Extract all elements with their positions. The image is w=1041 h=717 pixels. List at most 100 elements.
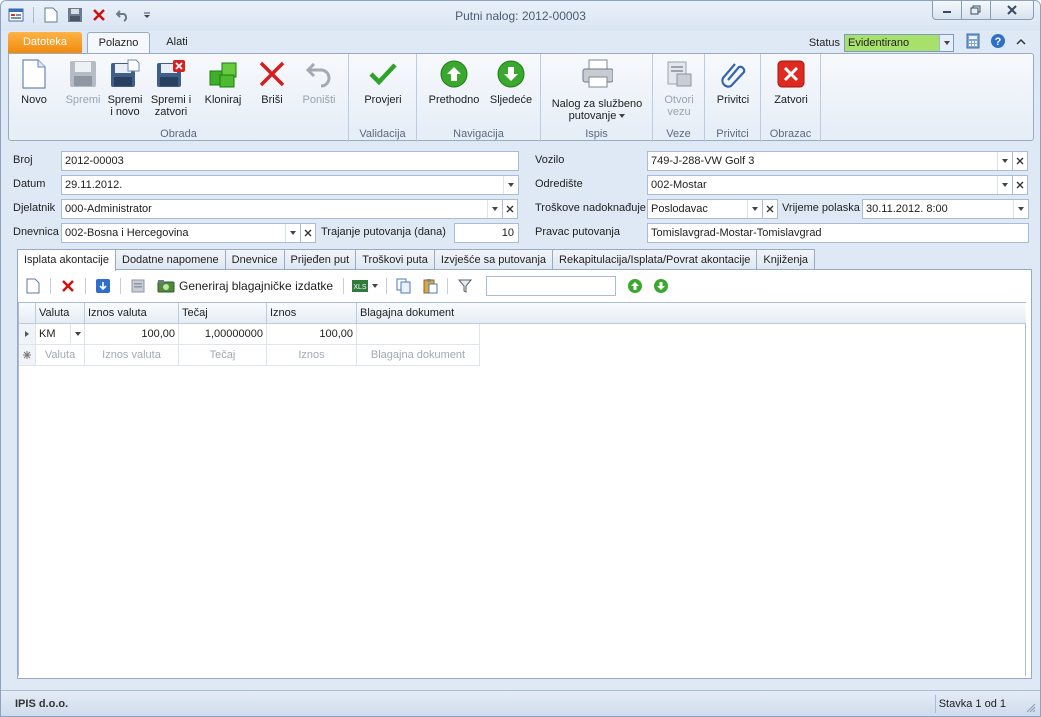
column-header-iznos-valuta[interactable]: Iznos valuta bbox=[85, 303, 179, 324]
cell-blagajna-dokument[interactable] bbox=[357, 324, 480, 345]
dnevnica-field[interactable]: 002-Bosna i Hercegovina bbox=[61, 223, 301, 243]
pravac-field[interactable]: Tomislavgrad-Mostar-Tomislavgrad bbox=[647, 223, 1029, 243]
group-obrada: Novo Spremi Spremi i novo Spremi i zatvo… bbox=[9, 54, 349, 142]
vozilo-field[interactable]: 749-J-288-VW Golf 3 bbox=[647, 151, 1013, 171]
trajanje-field[interactable]: 10 bbox=[454, 223, 519, 243]
new-cell-iznos[interactable]: Iznos bbox=[267, 345, 357, 366]
odrediste-field[interactable]: 002-Mostar bbox=[647, 175, 1013, 195]
clear-dnevnica-button[interactable] bbox=[300, 223, 316, 243]
sljedece-button[interactable]: Sljedeće bbox=[487, 58, 535, 106]
broj-field[interactable]: 2012-00003 bbox=[61, 151, 519, 171]
spremi-button[interactable]: Spremi bbox=[63, 58, 103, 106]
spremi-i-novo-button[interactable]: Spremi i novo bbox=[105, 58, 145, 118]
tab-knjizenja[interactable]: Knjiženja bbox=[756, 249, 816, 270]
download-icon[interactable] bbox=[92, 276, 114, 296]
column-header-blagajna-dokument[interactable]: Blagajna dokument bbox=[357, 303, 1026, 324]
filter-icon[interactable] bbox=[454, 276, 476, 296]
zatvori-button[interactable]: Zatvori bbox=[769, 58, 813, 106]
clear-vozilo-button[interactable] bbox=[1012, 151, 1028, 171]
resize-grip-icon[interactable] bbox=[1026, 703, 1036, 713]
cell-valuta[interactable]: KM bbox=[36, 324, 85, 345]
chevron-down-icon[interactable] bbox=[997, 152, 1012, 170]
column-header-iznos[interactable]: Iznos bbox=[267, 303, 357, 324]
new-cell-iznos-valuta[interactable]: Iznos valuta bbox=[85, 345, 179, 366]
ribbon-tabs: Datoteka Polazno Alati Status Evidentira… bbox=[1, 31, 1040, 53]
nalog-za-sluzbeno-putovanje-button[interactable]: Nalog za službeno putovanje bbox=[545, 58, 649, 122]
clear-troskove-button[interactable] bbox=[762, 199, 778, 219]
calculator-icon[interactable] bbox=[966, 33, 980, 52]
group-label-obrada: Obrada bbox=[160, 128, 197, 140]
tab-dnevnice[interactable]: Dnevnice bbox=[224, 249, 285, 270]
clear-djelatnik-button[interactable] bbox=[502, 199, 518, 219]
close-form-icon bbox=[775, 58, 807, 90]
maximize-button[interactable] bbox=[961, 1, 991, 20]
chevron-down-icon[interactable] bbox=[939, 34, 953, 51]
kloniraj-button[interactable]: Kloniraj bbox=[201, 58, 245, 106]
chevron-down-icon[interactable] bbox=[503, 176, 518, 194]
delete-row-icon[interactable] bbox=[57, 276, 79, 296]
tab-isplata-akontacije[interactable]: Isplata akontacije bbox=[17, 249, 116, 271]
brisi-button[interactable]: Briši bbox=[255, 58, 289, 106]
arrow-up-circle-icon[interactable] bbox=[624, 276, 646, 296]
status-select[interactable]: Evidentirano bbox=[844, 33, 954, 52]
prethodno-button[interactable]: Prethodno bbox=[425, 58, 483, 106]
collapse-ribbon-icon[interactable] bbox=[1016, 37, 1026, 49]
provjeri-button[interactable]: Provjeri bbox=[361, 58, 405, 106]
new-row[interactable]: Valuta Iznos valuta Tečaj Iznos Blagajna… bbox=[19, 345, 480, 366]
new-cell-blagajna-dokument[interactable]: Blagajna dokument bbox=[357, 345, 480, 366]
minimize-button[interactable] bbox=[932, 1, 962, 20]
tab-izvjesce-sa-putovanja[interactable]: Izvješće sa putovanja bbox=[433, 249, 554, 270]
djelatnik-field[interactable]: 000-Administrator bbox=[61, 199, 503, 219]
chevron-down-icon[interactable] bbox=[285, 224, 300, 242]
novo-button[interactable]: Novo bbox=[15, 58, 53, 106]
clear-odrediste-button[interactable] bbox=[1012, 175, 1028, 195]
grid-search-input[interactable] bbox=[486, 276, 617, 296]
chevron-down-icon[interactable] bbox=[747, 200, 762, 218]
arrow-down-circle-icon[interactable] bbox=[650, 276, 672, 296]
tab-dodatne-napomene[interactable]: Dodatne napomene bbox=[115, 249, 226, 270]
new-row-icon[interactable] bbox=[22, 276, 44, 296]
tab-datoteka[interactable]: Datoteka bbox=[8, 32, 82, 53]
cell-tecaj[interactable]: 1,00000000 bbox=[179, 324, 267, 345]
otvori-vezu-button[interactable]: Otvori vezu bbox=[657, 58, 701, 118]
broj-label: Broj bbox=[13, 154, 33, 166]
ponisti-button[interactable]: Poništi bbox=[299, 58, 339, 106]
generiraj-blagajnicke-izdatke-button[interactable]: Generiraj blagajničke izdatke bbox=[153, 279, 337, 293]
print-list-icon[interactable] bbox=[127, 276, 149, 296]
column-header-valuta[interactable]: Valuta bbox=[36, 303, 85, 324]
troskove-field[interactable]: Poslodavac bbox=[647, 199, 763, 219]
tab-alati[interactable]: Alati bbox=[157, 32, 197, 53]
chevron-down-icon[interactable] bbox=[1013, 200, 1028, 218]
table-row[interactable]: KM 100,00 1,00000000 100,00 bbox=[19, 324, 480, 345]
tab-polazno[interactable]: Polazno bbox=[87, 32, 150, 53]
chevron-down-icon[interactable] bbox=[487, 200, 502, 218]
copy-icon[interactable] bbox=[393, 276, 415, 296]
privitci-button[interactable]: Privitci bbox=[711, 58, 755, 106]
chevron-down-icon[interactable] bbox=[70, 324, 84, 343]
help-icon[interactable]: ? bbox=[990, 33, 1006, 52]
datum-field[interactable]: 29.11.2012. bbox=[61, 175, 519, 195]
group-veze: Otvori vezu Veze bbox=[653, 54, 705, 142]
document-form: Broj 2012-00003 Datum 29.11.2012. Djelat… bbox=[8, 146, 1034, 246]
cell-iznos[interactable]: 100,00 bbox=[267, 324, 357, 345]
tab-troskovi-puta[interactable]: Troškovi puta bbox=[355, 249, 435, 270]
tab-prijeden-put[interactable]: Prijeđen put bbox=[283, 249, 357, 270]
vrijeme-field[interactable]: 30.11.2012. 8:00 bbox=[862, 199, 1029, 219]
close-window-button[interactable] bbox=[990, 1, 1034, 20]
group-label-ispis: Ispis bbox=[585, 128, 608, 140]
minimize-icon bbox=[943, 11, 951, 13]
group-label-privitci: Privitci bbox=[716, 128, 749, 140]
new-cell-valuta[interactable]: Valuta bbox=[36, 345, 85, 366]
close-icon bbox=[1016, 181, 1024, 189]
window-title: Putni nalog: 2012-00003 bbox=[455, 9, 586, 23]
group-privitci: Privitci Privitci bbox=[705, 54, 761, 142]
export-xls-icon[interactable]: XLS bbox=[350, 276, 380, 296]
tab-rekapitulacija[interactable]: Rekapitulacija/Isplata/Povrat akontacije bbox=[552, 249, 758, 270]
paste-icon[interactable] bbox=[419, 276, 441, 296]
pravac-label: Pravac putovanja bbox=[535, 226, 620, 238]
spremi-i-zatvori-button[interactable]: Spremi i zatvori bbox=[149, 58, 193, 118]
chevron-down-icon[interactable] bbox=[997, 176, 1012, 194]
column-header-tecaj[interactable]: Tečaj bbox=[179, 303, 267, 324]
cell-iznos-valuta[interactable]: 100,00 bbox=[85, 324, 179, 345]
new-cell-tecaj[interactable]: Tečaj bbox=[179, 345, 267, 366]
